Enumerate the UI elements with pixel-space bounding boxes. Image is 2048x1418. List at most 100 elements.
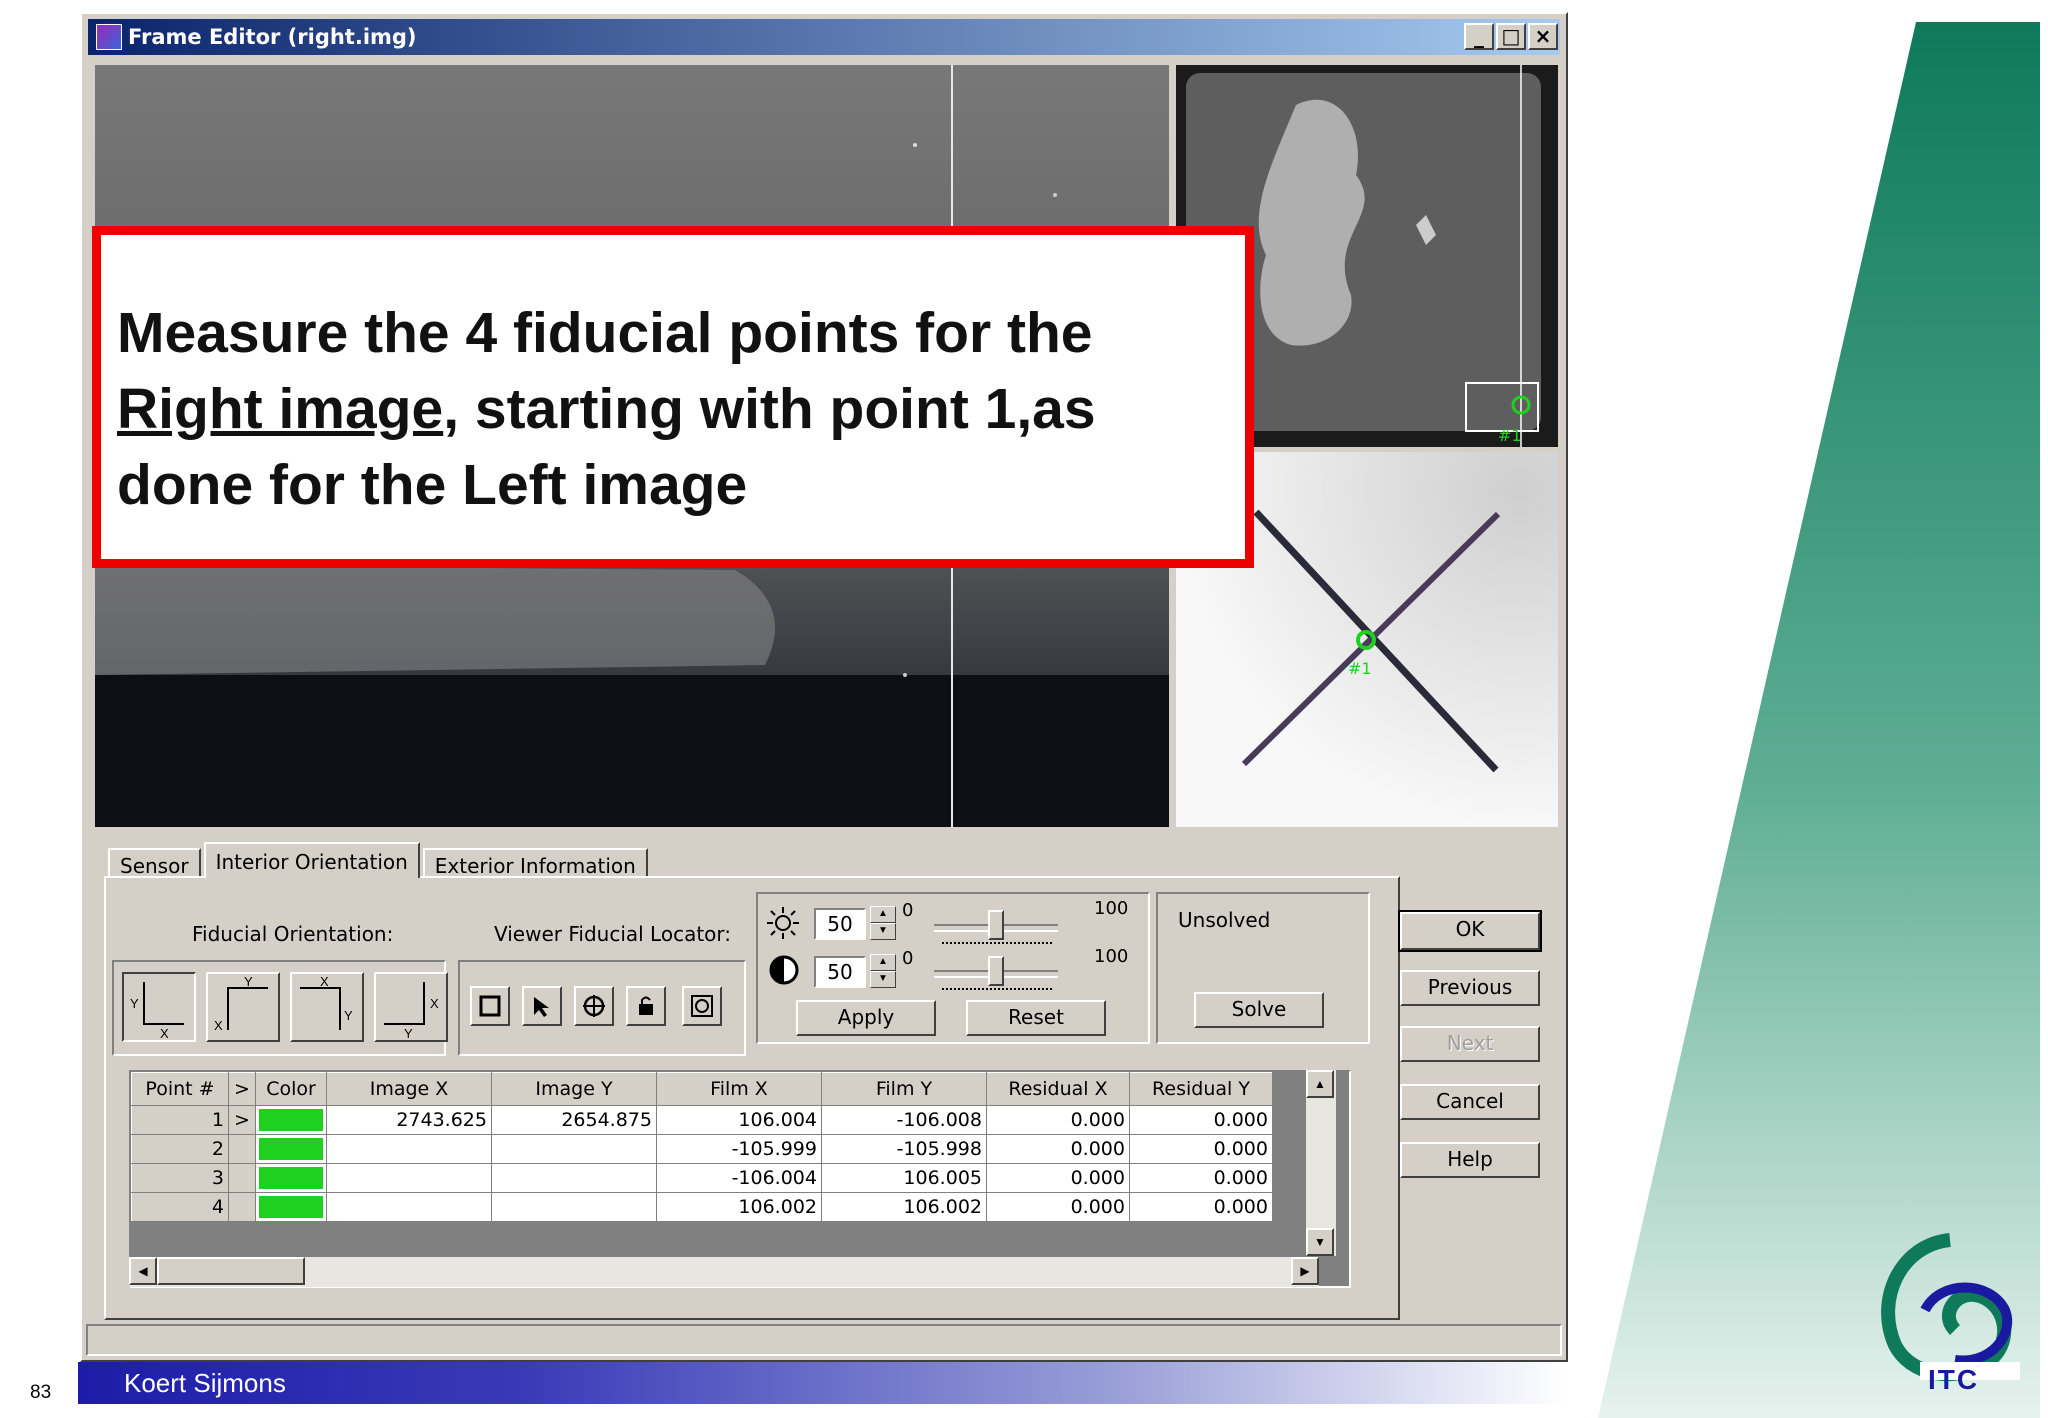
tab-sensor[interactable]: Sensor (108, 848, 201, 878)
cell-image-x[interactable] (326, 1192, 492, 1222)
author-name: Koert Sijmons (124, 1368, 286, 1398)
itc-logo-icon (1881, 1233, 2020, 1382)
window-controls: _ □ × (1464, 23, 1558, 50)
cell-film-y[interactable]: 106.002 (821, 1192, 987, 1222)
col-film-x[interactable]: Film X (656, 1072, 822, 1106)
frame-icon[interactable] (470, 986, 510, 1026)
brightness-input[interactable]: 50 (814, 908, 866, 940)
tab-interior-orientation[interactable]: Interior Orientation (203, 842, 420, 878)
cell-image-y[interactable] (491, 1163, 657, 1193)
row-select-marker[interactable] (228, 1134, 256, 1164)
cell-res-x[interactable]: 0.000 (986, 1134, 1130, 1164)
contrast-spinner[interactable]: ▲ ▼ (870, 954, 896, 990)
table-row[interactable]: 2 -105.999 -105.998 0.000 0.000 (131, 1134, 1273, 1164)
auto-locate-icon[interactable] (682, 986, 722, 1026)
orientation-option-2-icon[interactable]: XY (206, 972, 280, 1042)
cancel-button[interactable]: Cancel (1400, 1084, 1540, 1120)
cell-film-x[interactable]: -106.004 (656, 1163, 822, 1193)
scroll-thumb[interactable] (157, 1257, 305, 1285)
row-color-swatch[interactable] (255, 1192, 327, 1222)
cell-film-x[interactable]: 106.002 (656, 1192, 822, 1222)
scroll-right-icon[interactable]: ▶ (1291, 1257, 1319, 1285)
crosshair-icon[interactable] (574, 986, 614, 1026)
close-button[interactable]: × (1528, 23, 1558, 50)
contrast-slider-thumb[interactable] (988, 956, 1004, 986)
cell-image-x[interactable]: 2743.625 (326, 1105, 492, 1135)
lock-icon[interactable] (626, 986, 666, 1026)
spin-down-icon[interactable]: ▼ (870, 971, 896, 988)
scroll-up-icon[interactable]: ▲ (1306, 1070, 1334, 1098)
next-button[interactable]: Next (1400, 1026, 1540, 1062)
col-select[interactable]: > (228, 1072, 256, 1106)
brightness-contrast-group: 50 ▲ ▼ 0 100 50 ▲ ▼ 0 100 Apply Reset (756, 892, 1150, 1044)
brightness-slider-thumb[interactable] (988, 910, 1004, 940)
cell-res-y[interactable]: 0.000 (1129, 1105, 1273, 1135)
title-bar[interactable]: Frame Editor (right.img) _ □ × (88, 19, 1560, 55)
cell-image-x[interactable] (326, 1134, 492, 1164)
reset-button[interactable]: Reset (966, 1000, 1106, 1036)
table-horizontal-scrollbar[interactable]: ◀ ▶ (129, 1257, 1319, 1287)
col-point[interactable]: Point # (131, 1072, 229, 1106)
cell-film-y[interactable]: -106.008 (821, 1105, 987, 1135)
row-select-marker[interactable] (228, 1163, 256, 1193)
row-select-marker[interactable]: > (228, 1105, 256, 1135)
col-film-y[interactable]: Film Y (821, 1072, 987, 1106)
table-vertical-scrollbar[interactable]: ▲ ▼ (1306, 1070, 1336, 1256)
window-title: Frame Editor (right.img) (128, 25, 417, 49)
help-button[interactable]: Help (1400, 1142, 1540, 1178)
previous-button[interactable]: Previous (1400, 970, 1540, 1006)
table-row[interactable]: 1 >2743.625 2654.875 106.004 -106.008 0.000 0.… (131, 1105, 1273, 1135)
row-color-swatch[interactable] (255, 1163, 327, 1193)
tab-exterior-information[interactable]: Exterior Information (422, 848, 648, 878)
brightness-spinner[interactable]: ▲ ▼ (870, 906, 896, 942)
cell-film-y[interactable]: -105.998 (821, 1134, 987, 1164)
solve-button[interactable]: Solve (1194, 992, 1324, 1028)
cell-res-y[interactable]: 0.000 (1129, 1163, 1273, 1193)
row-color-swatch[interactable] (255, 1105, 327, 1135)
maximize-button[interactable]: □ (1496, 23, 1526, 50)
cell-res-x[interactable]: 0.000 (986, 1105, 1130, 1135)
callout-line-3: done for the Left image (117, 453, 748, 517)
apply-button[interactable]: Apply (796, 1000, 936, 1036)
cell-res-x[interactable]: 0.000 (986, 1163, 1130, 1193)
minimize-button[interactable]: _ (1464, 23, 1494, 50)
row-select-marker[interactable] (228, 1192, 256, 1222)
col-color[interactable]: Color (255, 1072, 327, 1106)
spin-up-icon[interactable]: ▲ (870, 906, 896, 923)
color-swatch (259, 1138, 323, 1160)
svg-text:Y: Y (404, 1026, 413, 1040)
axes-icon: YX (130, 982, 184, 1041)
table-row[interactable]: 4 106.002 106.002 0.000 0.000 (131, 1192, 1273, 1222)
callout-emphasis: Right image (117, 377, 444, 441)
cell-film-x[interactable]: -105.999 (656, 1134, 822, 1164)
cell-image-x[interactable] (326, 1163, 492, 1193)
cell-image-y[interactable]: 2654.875 (491, 1105, 657, 1135)
orientation-option-3-icon[interactable]: XY (290, 972, 364, 1042)
cell-film-y[interactable]: 106.005 (821, 1163, 987, 1193)
app-icon (96, 24, 122, 50)
cell-image-y[interactable] (491, 1134, 657, 1164)
scroll-down-icon[interactable]: ▼ (1306, 1228, 1334, 1256)
contrast-input[interactable]: 50 (814, 956, 866, 988)
table-row[interactable]: 3 -106.004 106.005 0.000 0.000 (131, 1163, 1273, 1193)
ok-button[interactable]: OK (1398, 910, 1542, 952)
select-arrow-icon[interactable] (522, 986, 562, 1026)
orientation-option-1-icon[interactable]: YX (122, 972, 196, 1042)
scroll-left-icon[interactable]: ◀ (129, 1257, 157, 1285)
spin-down-icon[interactable]: ▼ (870, 923, 896, 940)
orientation-option-4-icon[interactable]: XY (374, 972, 448, 1042)
svg-text:X: X (214, 1018, 223, 1033)
cell-res-x[interactable]: 0.000 (986, 1192, 1130, 1222)
cell-res-y[interactable]: 0.000 (1129, 1192, 1273, 1222)
col-residual-x[interactable]: Residual X (986, 1072, 1130, 1106)
cell-image-y[interactable] (491, 1192, 657, 1222)
row-point-number: 3 (131, 1163, 229, 1193)
row-color-swatch[interactable] (255, 1134, 327, 1164)
status-bar (86, 1324, 1562, 1356)
cell-res-y[interactable]: 0.000 (1129, 1134, 1273, 1164)
col-residual-y[interactable]: Residual Y (1129, 1072, 1273, 1106)
spin-up-icon[interactable]: ▲ (870, 954, 896, 971)
col-image-x[interactable]: Image X (326, 1072, 492, 1106)
cell-film-x[interactable]: 106.004 (656, 1105, 822, 1135)
col-image-y[interactable]: Image Y (491, 1072, 657, 1106)
